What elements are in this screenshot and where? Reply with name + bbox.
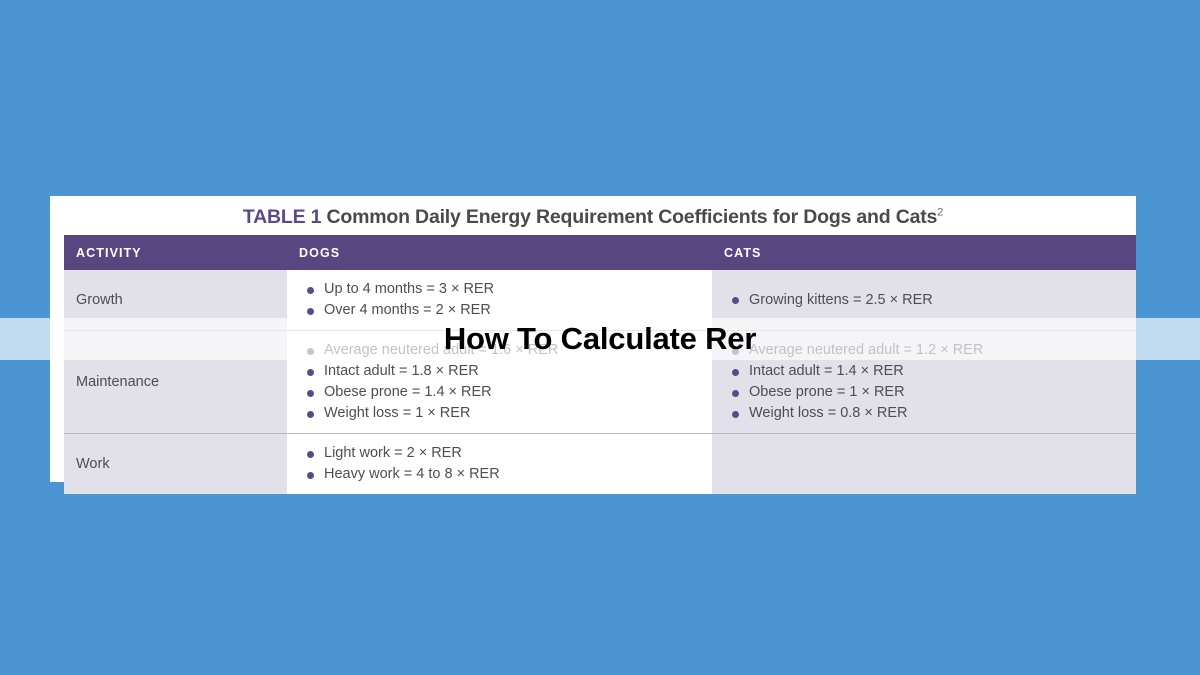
table-header-row: ACTIVITY DOGS CATS	[64, 235, 1136, 270]
column-header-cats: CATS	[712, 235, 1136, 270]
energy-requirement-table: ACTIVITY DOGS CATS Growth Up to 4 months…	[64, 235, 1136, 494]
table-body: Growth Up to 4 months = 3 × RER Over 4 m…	[64, 270, 1136, 494]
list-item: Weight loss = 1 × RER	[307, 403, 712, 424]
cats-cell-work	[712, 433, 1136, 494]
table-head: ACTIVITY DOGS CATS	[64, 235, 1136, 270]
table-row: Work Light work = 2 × RER Heavy work = 4…	[64, 433, 1136, 494]
overlay-headline: How To Calculate Rer	[443, 321, 757, 356]
list-item: Weight loss = 0.8 × RER	[732, 403, 1136, 424]
list-item: Intact adult = 1.4 × RER	[732, 361, 1136, 382]
activity-label-work: Work	[64, 433, 287, 494]
list-item: Heavy work = 4 to 8 × RER	[307, 464, 712, 485]
cats-bullet-list: Growing kittens = 2.5 × RER	[732, 290, 1136, 311]
dogs-bullet-list: Light work = 2 × RER Heavy work = 4 to 8…	[307, 443, 712, 485]
table-title-footnote-marker: 2	[937, 206, 944, 219]
dogs-bullet-list: Up to 4 months = 3 × RER Over 4 months =…	[307, 279, 712, 321]
list-item: Light work = 2 × RER	[307, 443, 712, 464]
list-item: Growing kittens = 2.5 × RER	[732, 290, 1136, 311]
table-number: TABLE 1	[242, 206, 322, 228]
list-item: Obese prone = 1.4 × RER	[307, 382, 712, 403]
list-item: Intact adult = 1.8 × RER	[307, 361, 712, 382]
column-header-dogs: DOGS	[287, 235, 712, 270]
dogs-cell-work: Light work = 2 × RER Heavy work = 4 to 8…	[287, 433, 712, 494]
list-item: Obese prone = 1 × RER	[732, 382, 1136, 403]
column-header-activity: ACTIVITY	[64, 235, 287, 270]
table-title-text: Common Daily Energy Requirement Coeffici…	[321, 206, 938, 228]
list-item: Up to 4 months = 3 × RER	[307, 279, 712, 300]
table-title: TABLE 1 Common Daily Energy Requirement …	[50, 196, 1136, 229]
